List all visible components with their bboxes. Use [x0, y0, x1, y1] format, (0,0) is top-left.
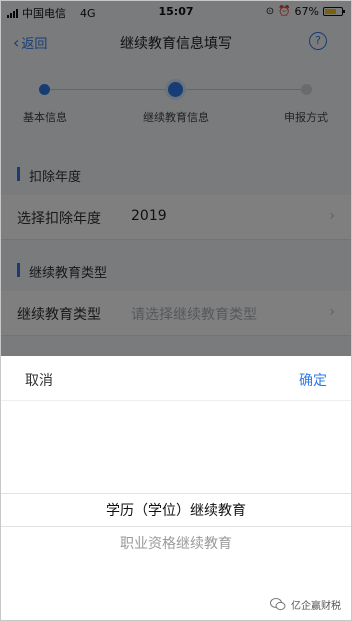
picker-option[interactable]: 职业资格继续教育 — [1, 533, 351, 553]
app-frame: 中国电信 4G 15:07 ⊙ ⏰ 67% ‹ 返回 继续教育信息填写 ? — [0, 0, 352, 621]
watermark: 亿企赢财税 — [270, 597, 341, 612]
picker-toolbar: 取消 确定 — [1, 356, 351, 401]
confirm-button[interactable]: 确定 — [299, 370, 327, 390]
cancel-button[interactable]: 取消 — [25, 370, 53, 390]
selection-divider-bottom — [1, 526, 351, 527]
wechat-icon — [270, 598, 286, 611]
picker-option-selected[interactable]: 学历（学位）继续教育 — [1, 500, 351, 520]
selection-divider-top — [1, 493, 351, 494]
education-type-picker: 取消 确定 学历（学位）继续教育 职业资格继续教育 亿企赢财税 — [1, 356, 351, 620]
modal-backdrop[interactable] — [1, 1, 351, 356]
watermark-text: 亿企赢财税 — [291, 601, 341, 612]
